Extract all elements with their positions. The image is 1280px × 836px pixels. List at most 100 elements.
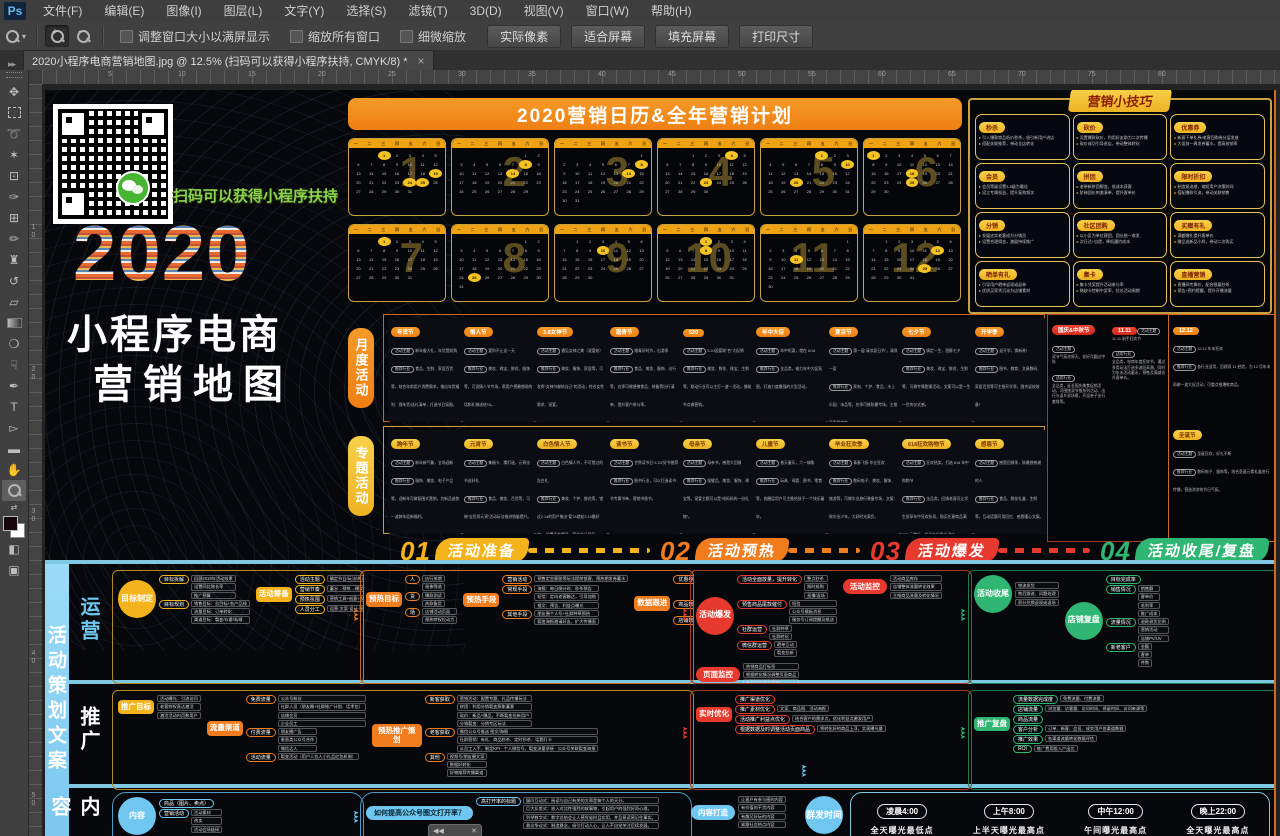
- weekday-label: 四: [910, 227, 914, 233]
- branch-children: 视频号/朋友圈文案数据好转化好物推荐传播渠道: [447, 753, 488, 777]
- branch-children: 订单、新客、会员、成交用户各渠道数据: [1045, 725, 1126, 732]
- menu-item[interactable]: 编辑(E): [93, 0, 155, 22]
- zoom-out-button[interactable]: -: [71, 25, 95, 47]
- weekday-label: 四: [601, 227, 605, 233]
- shape-tool[interactable]: ▬: [2, 438, 26, 459]
- smudge-tool[interactable]: ☟: [2, 354, 26, 375]
- day-number: 4: [738, 237, 751, 246]
- industry-text: 美妆、服饰、家居等，可发挥“女神节献给自己”的活动，符合女性需求、宠爱。: [537, 367, 604, 407]
- day-number: 22: [571, 264, 584, 273]
- swap-colors-icon[interactable]: ⇄: [11, 503, 18, 512]
- option-button[interactable]: 打印尺寸: [739, 25, 813, 48]
- activity-card: 年中大促活动主题 年中钜惠，就在 6/18推荐行业 全品类，借力年中大促氛围，打…: [753, 318, 828, 422]
- screen-mode-button[interactable]: ▣: [2, 559, 26, 580]
- day-number: 25: [609, 264, 622, 273]
- brush-tool[interactable]: ✏: [2, 228, 26, 249]
- menu-item[interactable]: 图层(L): [213, 0, 274, 22]
- option-checkbox[interactable]: 细微缩放: [400, 28, 466, 45]
- clone-stamp-tool[interactable]: ♜: [2, 249, 26, 270]
- magic-wand-tool[interactable]: ✶: [2, 144, 26, 165]
- color-swatches[interactable]: [3, 516, 25, 538]
- menu-item[interactable]: 窗口(W): [575, 0, 640, 22]
- panel-grip[interactable]: [6, 72, 22, 78]
- day-number: 21: [558, 264, 571, 273]
- path-selection-tool[interactable]: ▻: [2, 417, 26, 438]
- day-number: 1: [378, 151, 391, 160]
- weekday-label: 五: [409, 227, 413, 233]
- lasso-tool[interactable]: ➰: [2, 123, 26, 144]
- industry-label: 推荐行业: [537, 366, 560, 373]
- day-number: 24: [712, 178, 725, 187]
- floating-panel-fragment[interactable]: ◀◀ ✕: [428, 824, 482, 836]
- menu-item[interactable]: 滤镜(T): [397, 0, 458, 22]
- option-button[interactable]: 填充屏幕: [655, 25, 729, 48]
- gradient-tool[interactable]: [2, 312, 26, 333]
- big-activity-card: 国庆&中秋节活动主题双节气氛浓厚天，花好月圆过中秋适用行业全品类，延长国庆美食促…: [1052, 319, 1108, 537]
- activity-card: 520活动主题 5.20因爱联“合”大促销推荐行业 美妆、鲜花、珠宝、生鲜等，联…: [680, 318, 755, 422]
- option-checkbox[interactable]: 调整窗口大小以满屏显示: [120, 28, 270, 45]
- tab-close-icon[interactable]: ×: [418, 54, 425, 68]
- collapse-left-icon[interactable]: ◀◀: [433, 827, 444, 835]
- eraser-tool[interactable]: ▱: [2, 291, 26, 312]
- vertical-ruler[interactable]: 1020304050: [28, 84, 43, 836]
- menu-item[interactable]: 文件(F): [32, 0, 93, 22]
- leaf-item: 整点秒杀: [804, 575, 828, 582]
- leaf-item: 根据转化情况调整页面商品: [743, 671, 799, 678]
- day-number: 24: [906, 264, 919, 273]
- branch-children: 爆款测试热款备货: [422, 592, 445, 608]
- mindmap-badge: 活动爆发: [696, 597, 734, 635]
- weekday-label: 日: [642, 227, 646, 233]
- mindmap-branch: 物流发货售后跟进、问题处理积分兑换返现或返场: [1015, 582, 1059, 606]
- day-number: 23: [558, 187, 571, 196]
- canvas-area[interactable]: 扫码可以获得小程序扶持 2020 小程序电商 营销地图 2020营销日历&全年营…: [42, 84, 1280, 836]
- zoom-tool-preset[interactable]: ▾: [6, 30, 26, 43]
- zoom-tool[interactable]: [2, 480, 26, 501]
- day-number: 21: [687, 264, 700, 273]
- checkbox-label: 细微缩放: [418, 28, 466, 45]
- horizontal-ruler[interactable]: 5101520253035404550556065707580: [42, 70, 1280, 85]
- menu-item[interactable]: 3D(D): [459, 0, 513, 22]
- checkbox-icon[interactable]: [290, 30, 303, 43]
- blur-tool[interactable]: ❍: [2, 333, 26, 354]
- type-tool[interactable]: T: [2, 396, 26, 417]
- history-brush-tool[interactable]: ↺: [2, 270, 26, 291]
- eyedropper-tool[interactable]: ✑: [2, 186, 26, 207]
- leaf-item: 流量目标：订单转化: [191, 608, 250, 615]
- industry-label: 推荐行业: [902, 496, 925, 503]
- activity-theme: 活动主题 普天童乐，六一嗨购: [756, 451, 825, 469]
- checkbox-icon[interactable]: [400, 30, 413, 43]
- menu-item[interactable]: 帮助(H): [640, 0, 703, 22]
- menu-item[interactable]: 图像(I): [155, 0, 212, 22]
- zoom-in-button[interactable]: +: [45, 25, 69, 47]
- pen-tool[interactable]: ✒: [2, 375, 26, 396]
- day-number: 9: [584, 246, 597, 255]
- menu-item[interactable]: 视图(V): [513, 0, 575, 22]
- day-number: 5: [481, 246, 494, 255]
- menu-item[interactable]: 文字(Y): [273, 0, 335, 22]
- panel-collapse-icon[interactable]: ▸▸: [0, 59, 23, 70]
- activity-card: 3.8女神节活动主题 遇见女神之美（宠爱她）推荐行业 美妆、服饰、家居等，可发挥…: [534, 318, 609, 422]
- document-tab[interactable]: 2020小程序电商营销地图.jpg @ 12.5% (扫码可以获得小程序扶持, …: [23, 50, 433, 70]
- foreground-color-swatch[interactable]: [3, 516, 18, 531]
- checkbox-icon[interactable]: [120, 30, 133, 43]
- hand-tool[interactable]: ✋: [2, 459, 26, 480]
- day-number: 27: [352, 187, 365, 196]
- quick-mask-button[interactable]: ◧: [2, 538, 26, 559]
- menu-item[interactable]: 选择(S): [335, 0, 397, 22]
- tip-label: 秒杀: [979, 122, 1005, 133]
- day-number: 20: [944, 255, 957, 264]
- option-checkbox[interactable]: 缩放所有窗口: [290, 28, 380, 45]
- special-activities-label: 专题活动: [348, 436, 374, 516]
- option-button[interactable]: 适合屏幕: [571, 25, 645, 48]
- branch-label: 预热氛围: [295, 595, 325, 604]
- close-icon[interactable]: ✕: [471, 827, 477, 835]
- branch-children: 朋友圈广告垂直类公众号合作微信达人: [278, 728, 318, 752]
- day-number: 20: [790, 178, 803, 187]
- healing-brush-tool[interactable]: ⊞: [2, 207, 26, 228]
- weekday-label: 日: [539, 141, 543, 147]
- day-blank: [494, 151, 507, 160]
- option-button[interactable]: 实际像素: [487, 25, 561, 48]
- move-tool[interactable]: ✥: [2, 81, 26, 102]
- marquee-tool[interactable]: [2, 102, 26, 123]
- crop-tool[interactable]: ⊡: [2, 165, 26, 186]
